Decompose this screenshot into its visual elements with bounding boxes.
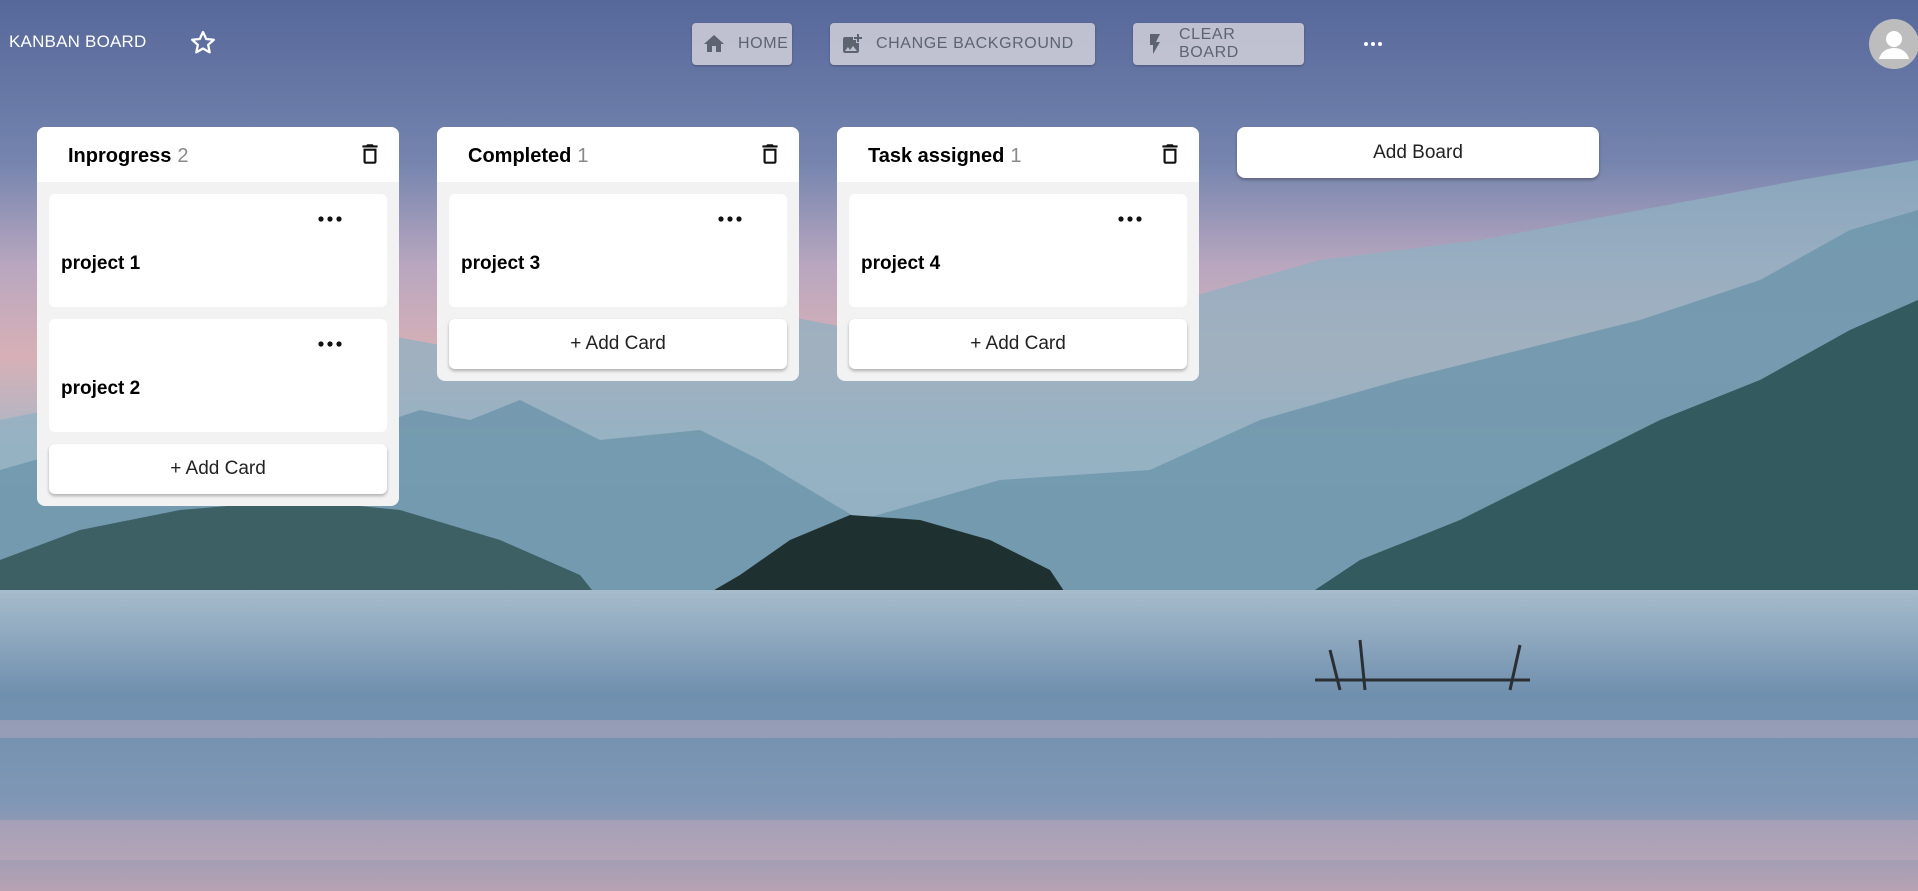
app-title: KANBAN BOARD bbox=[9, 32, 147, 51]
home-button[interactable]: HOME bbox=[692, 23, 792, 65]
card-more-icon[interactable] bbox=[715, 211, 745, 227]
home-button-label: HOME bbox=[738, 35, 789, 52]
user-avatar[interactable] bbox=[1869, 19, 1918, 69]
card-more-icon[interactable] bbox=[315, 211, 345, 227]
board-task-assigned: Task assigned 1 project 4 + Add Card bbox=[837, 127, 1199, 381]
card-more-icon[interactable] bbox=[315, 336, 345, 352]
clear-board-button-label: CLEAR BOARD bbox=[1179, 26, 1239, 61]
board-header: Inprogress 2 bbox=[37, 127, 399, 182]
card-title: project 4 bbox=[861, 253, 941, 274]
board-header: Completed 1 bbox=[437, 127, 799, 182]
add-card-button[interactable]: + Add Card bbox=[849, 319, 1187, 369]
add-photo-icon bbox=[840, 32, 864, 56]
card[interactable]: project 1 bbox=[49, 194, 387, 307]
delete-board-icon[interactable] bbox=[1157, 140, 1183, 168]
board-completed: Completed 1 project 3 + Add Card bbox=[437, 127, 799, 381]
change-background-button[interactable]: CHANGE BACKGROUND bbox=[830, 23, 1095, 65]
add-card-button[interactable]: + Add Card bbox=[449, 319, 787, 369]
board-card-count: 2 bbox=[177, 145, 189, 167]
board-title: Completed 1 bbox=[468, 145, 588, 168]
home-icon bbox=[702, 32, 726, 56]
flash-icon bbox=[1143, 32, 1167, 56]
clear-board-button[interactable]: CLEAR BOARD bbox=[1133, 23, 1304, 65]
board-card-count: 1 bbox=[1010, 145, 1022, 167]
board-title: Task assigned 1 bbox=[868, 145, 1021, 168]
card-title: project 2 bbox=[61, 378, 141, 399]
card-more-icon[interactable] bbox=[1115, 211, 1145, 227]
board-title-text: Task assigned bbox=[868, 145, 1005, 167]
more-options-icon[interactable] bbox=[1360, 34, 1386, 54]
board-inprogress: Inprogress 2 project 1 project 2 + Add Ca… bbox=[37, 127, 399, 506]
person-icon bbox=[1879, 31, 1909, 59]
board-title: Inprogress 2 bbox=[68, 145, 188, 168]
board-title-text: Inprogress bbox=[68, 145, 172, 167]
add-card-button[interactable]: + Add Card bbox=[49, 444, 387, 494]
app-header: KANBAN BOARD HOME CHANGE BACKGROUND CLEA… bbox=[0, 0, 1918, 88]
delete-board-icon[interactable] bbox=[757, 140, 783, 168]
board-title-text: Completed bbox=[468, 145, 572, 167]
card-title: project 3 bbox=[461, 253, 541, 274]
card[interactable]: project 2 bbox=[49, 319, 387, 432]
delete-board-icon[interactable] bbox=[357, 140, 383, 168]
card[interactable]: project 4 bbox=[849, 194, 1187, 307]
board-card-count: 1 bbox=[577, 145, 589, 167]
star-icon[interactable] bbox=[188, 28, 218, 58]
card[interactable]: project 3 bbox=[449, 194, 787, 307]
change-background-button-label: CHANGE BACKGROUND bbox=[876, 35, 1074, 52]
card-title: project 1 bbox=[61, 253, 141, 274]
board-header: Task assigned 1 bbox=[837, 127, 1199, 182]
add-board-button[interactable]: Add Board bbox=[1237, 127, 1599, 178]
